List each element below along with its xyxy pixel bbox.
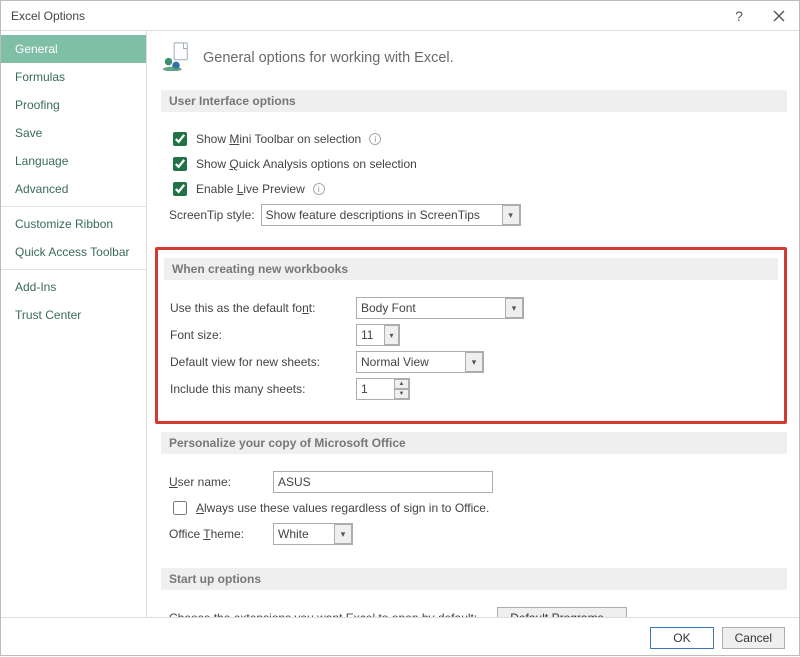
chevron-down-icon: ▾	[505, 298, 523, 318]
default-font-label: Use this as the default font:	[170, 301, 350, 315]
username-input[interactable]: ASUS	[273, 471, 493, 493]
default-view-label: Default view for new sheets:	[170, 355, 350, 369]
default-view-select[interactable]: Normal View ▾	[356, 351, 484, 373]
screentip-style-label: ScreenTip style:	[169, 208, 255, 222]
main-panel: General options for working with Excel. …	[147, 31, 799, 617]
mini-toolbar-label: Show Mini Toolbar on selection	[196, 132, 361, 146]
section-personalize: Personalize your copy of Microsoft Offic…	[161, 432, 787, 454]
live-preview-checkbox[interactable]: Enable Live Preview	[169, 179, 305, 199]
section-ui-options: User Interface options	[161, 90, 787, 112]
sidebar-item-advanced[interactable]: Advanced	[1, 175, 146, 203]
titlebar: Excel Options ?	[1, 1, 799, 31]
chevron-down-icon: ▾	[465, 352, 483, 372]
cancel-button[interactable]: Cancel	[722, 627, 785, 649]
chevron-down-icon: ▾	[502, 205, 520, 225]
sidebar-item-customize-ribbon[interactable]: Customize Ribbon	[1, 210, 146, 238]
sheets-count-spinner[interactable]: 1 ▲ ▼	[356, 378, 410, 400]
mini-toolbar-checkbox[interactable]: Show Mini Toolbar on selection	[169, 129, 361, 149]
highlight-box: When creating new workbooks Use this as …	[155, 247, 787, 424]
close-button[interactable]	[759, 1, 799, 31]
general-options-icon	[161, 41, 191, 74]
always-use-values-checkbox[interactable]: Always use these values regardless of si…	[169, 498, 489, 518]
sidebar-item-general[interactable]: General	[1, 35, 146, 63]
page-header: General options for working with Excel.	[161, 41, 787, 74]
default-extensions-text: Choose the extensions you want Excel to …	[169, 611, 477, 617]
default-programs-button[interactable]: Default Programs...	[497, 607, 626, 617]
quick-analysis-checkbox[interactable]: Show Quick Analysis options on selection	[169, 154, 417, 174]
sidebar-item-formulas[interactable]: Formulas	[1, 63, 146, 91]
sidebar-item-language[interactable]: Language	[1, 147, 146, 175]
info-icon[interactable]: i	[369, 133, 381, 145]
sidebar-item-add-ins[interactable]: Add-Ins	[1, 273, 146, 301]
dialog-footer: OK Cancel	[1, 617, 799, 657]
info-icon[interactable]: i	[313, 183, 325, 195]
quick-analysis-label: Show Quick Analysis options on selection	[196, 157, 417, 171]
ok-button[interactable]: OK	[650, 627, 713, 649]
window-title: Excel Options	[11, 9, 719, 23]
screentip-style-select[interactable]: Show feature descriptions in ScreenTips …	[261, 204, 521, 226]
sheets-count-label: Include this many sheets:	[170, 382, 350, 396]
sidebar-separator	[1, 206, 146, 207]
sidebar-item-save[interactable]: Save	[1, 119, 146, 147]
office-theme-select[interactable]: White ▾	[273, 523, 353, 545]
spinner-down-icon[interactable]: ▼	[394, 389, 409, 399]
font-size-select[interactable]: 11 ▾	[356, 324, 400, 346]
live-preview-label: Enable Live Preview	[196, 182, 305, 196]
sidebar-item-proofing[interactable]: Proofing	[1, 91, 146, 119]
spinner-up-icon[interactable]: ▲	[394, 379, 409, 389]
always-use-values-label: Always use these values regardless of si…	[196, 501, 489, 515]
office-theme-label: Office Theme:	[169, 527, 267, 541]
chevron-down-icon: ▾	[384, 325, 399, 345]
chevron-down-icon: ▾	[334, 524, 352, 544]
sidebar-separator	[1, 269, 146, 270]
default-font-select[interactable]: Body Font ▾	[356, 297, 524, 319]
page-title: General options for working with Excel.	[203, 50, 454, 66]
section-startup: Start up options	[161, 568, 787, 590]
sidebar-item-quick-access-toolbar[interactable]: Quick Access Toolbar	[1, 238, 146, 266]
help-button[interactable]: ?	[719, 1, 759, 31]
font-size-label: Font size:	[170, 328, 350, 342]
sidebar-item-trust-center[interactable]: Trust Center	[1, 301, 146, 329]
sidebar: GeneralFormulasProofingSaveLanguageAdvan…	[1, 31, 147, 617]
section-new-workbooks: When creating new workbooks	[164, 258, 778, 280]
username-label: User name:	[169, 475, 267, 489]
